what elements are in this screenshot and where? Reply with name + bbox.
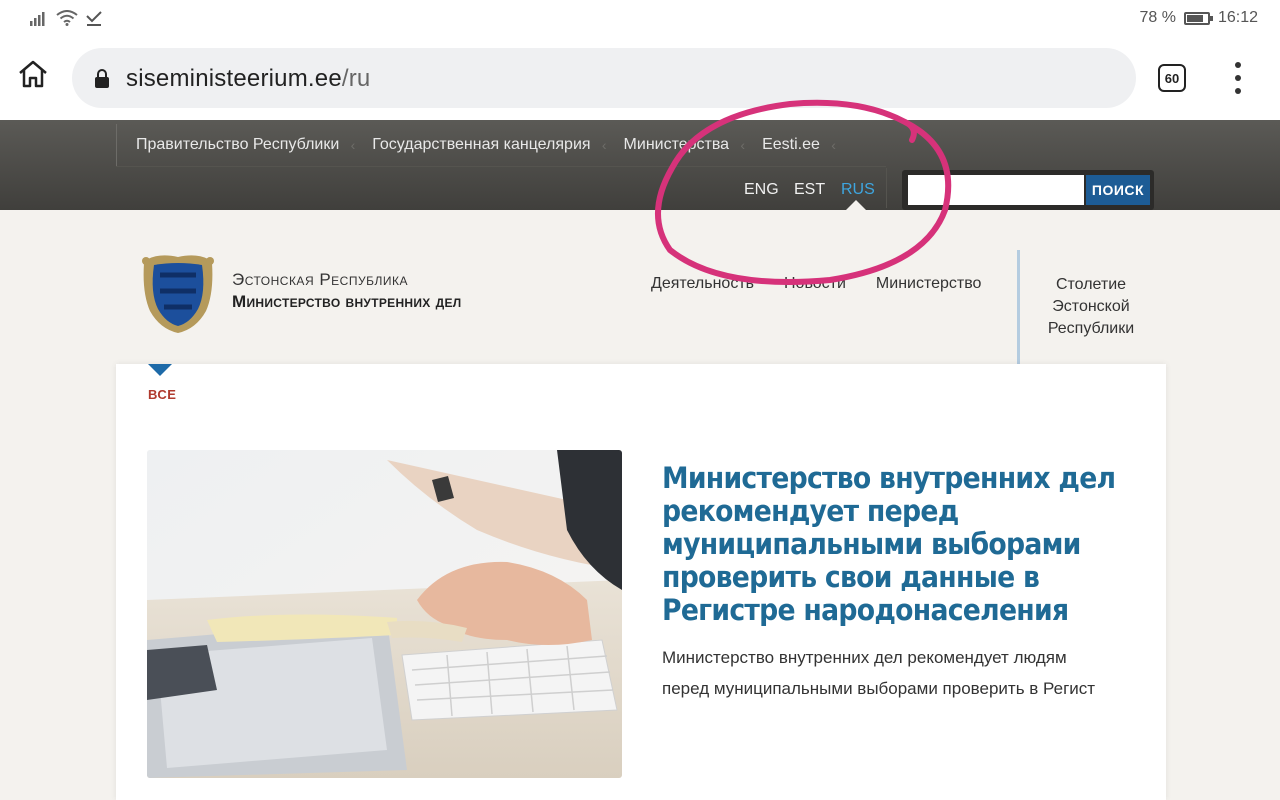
- divider: [116, 124, 117, 166]
- laptop-typing-photo: [147, 450, 622, 778]
- divider: [886, 168, 887, 208]
- wifi-icon: [56, 10, 78, 26]
- tab-switcher-button[interactable]: 60: [1158, 64, 1186, 92]
- divider: [1017, 250, 1020, 364]
- article-lead-line: Министерство внутренних дел рекомендует …: [662, 648, 1067, 667]
- download-check-icon: [86, 11, 102, 26]
- article-image[interactable]: [147, 450, 622, 778]
- nav-item-news[interactable]: Новости: [784, 275, 846, 293]
- signal-icon: [30, 12, 45, 26]
- home-button[interactable]: [18, 60, 54, 96]
- address-bar[interactable]: siseministeerium.ee/ru: [72, 48, 1136, 108]
- lang-est[interactable]: EST: [794, 181, 825, 199]
- article-lead: Министерство внутренних дел рекомендует …: [662, 642, 1137, 704]
- search-form: ПОИСК: [902, 170, 1154, 210]
- centenary-link[interactable]: Столетие Эстонской Республики: [1036, 274, 1146, 340]
- url-domain: siseministeerium.ee: [126, 65, 342, 92]
- divider: [116, 166, 886, 167]
- brand-ministry[interactable]: Министерство внутренних дел: [232, 292, 462, 312]
- clock: 16:12: [1217, 9, 1258, 26]
- browser-menu-button[interactable]: [1230, 62, 1246, 94]
- browser-toolbar: siseministeerium.ee/ru 60: [0, 38, 1280, 120]
- main-nav: Деятельность Новости Министерство: [651, 275, 981, 293]
- coat-of-arms-logo: [142, 255, 214, 333]
- filter-marker: [148, 364, 172, 376]
- battery-percent: 78 %: [1139, 9, 1176, 26]
- gov-link-state-chancellery[interactable]: Государственная канцелярия: [372, 136, 607, 154]
- lang-eng[interactable]: ENG: [744, 181, 779, 199]
- filter-all[interactable]: ВСЕ: [148, 387, 176, 402]
- menu-dot: [1235, 62, 1241, 68]
- gov-links: Правительство Республики Государственная…: [136, 136, 853, 154]
- lang-rus[interactable]: RUS: [841, 181, 875, 199]
- gov-top-nav: Правительство Республики Государственная…: [0, 120, 1280, 210]
- status-icons-left: [30, 10, 102, 26]
- status-icons-right: 78 % 16:12: [1139, 9, 1258, 27]
- brand-republic: Эстонская Республика: [232, 270, 408, 289]
- active-language-caret: [846, 200, 866, 210]
- gov-link-government[interactable]: Правительство Республики: [136, 136, 356, 154]
- gov-link-eesti-ee[interactable]: Eesti.ee: [762, 136, 836, 154]
- battery-icon: [1183, 11, 1213, 25]
- url-path: /ru: [341, 65, 371, 92]
- search-input[interactable]: [908, 175, 1084, 205]
- menu-dot: [1235, 88, 1241, 94]
- home-icon: [19, 60, 47, 88]
- article-lead-line: перед муниципальными выборами проверить …: [662, 679, 1096, 698]
- menu-dot: [1235, 75, 1241, 81]
- url-text[interactable]: siseministeerium.ee/ru: [126, 65, 370, 93]
- nav-item-ministry[interactable]: Министерство: [876, 275, 982, 293]
- status-bar: 78 % 16:12: [0, 0, 1280, 38]
- search-button[interactable]: ПОИСК: [1086, 175, 1150, 205]
- article-title[interactable]: Министерство внутренних дел рекомендует …: [662, 462, 1122, 627]
- lock-icon: [95, 69, 109, 88]
- gov-link-ministries[interactable]: Министерства: [624, 136, 745, 154]
- nav-item-activities[interactable]: Деятельность: [651, 275, 754, 293]
